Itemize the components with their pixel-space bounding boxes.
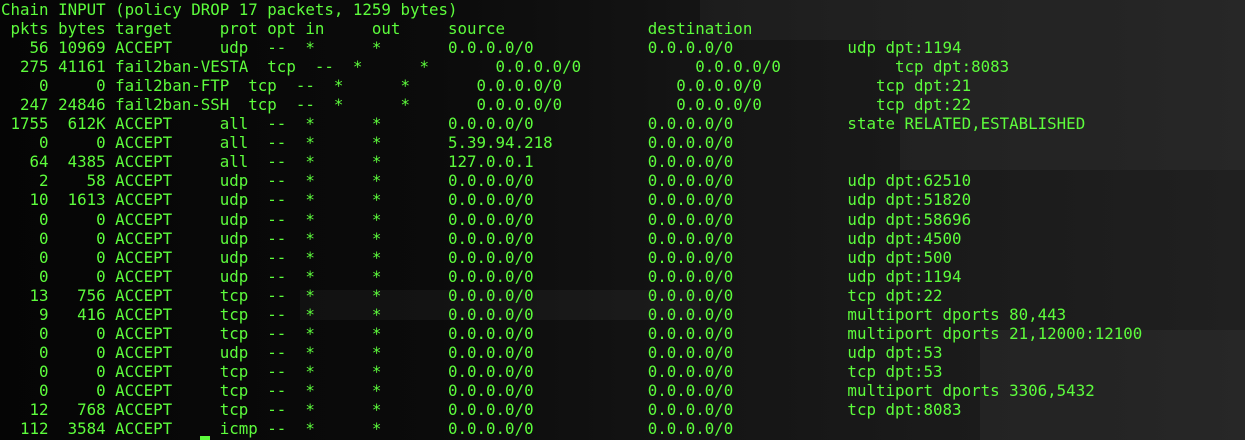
rule-line: 0 0 ACCEPT tcp -- * * 0.0.0.0/0 0.0.0.0/… — [1, 323, 1143, 343]
rule-line: 9 416 ACCEPT tcp -- * * 0.0.0.0/0 0.0.0.… — [1, 304, 1067, 324]
rule-line: 64 4385 ACCEPT all -- * * 127.0.0.1 0.0.… — [1, 152, 734, 172]
rule-line: 13 756 ACCEPT tcp -- * * 0.0.0.0/0 0.0.0… — [1, 285, 943, 305]
column-header-line: pkts bytes target prot opt in out source… — [1, 19, 753, 39]
rule-line: 0 0 fail2ban-FTP tcp -- * * 0.0.0.0/0 0.… — [1, 76, 972, 96]
rule-line: 56 10969 ACCEPT udp -- * * 0.0.0.0/0 0.0… — [1, 38, 962, 58]
rule-line: 0 0 ACCEPT all -- * * 5.39.94.218 0.0.0.… — [1, 133, 734, 153]
terminal-cursor — [200, 436, 210, 440]
rule-line: 0 0 ACCEPT udp -- * * 0.0.0.0/0 0.0.0.0/… — [1, 342, 943, 362]
rule-line: 0 0 ACCEPT udp -- * * 0.0.0.0/0 0.0.0.0/… — [1, 209, 972, 229]
rule-line: 10 1613 ACCEPT udp -- * * 0.0.0.0/0 0.0.… — [1, 190, 972, 210]
rule-line: 247 24846 fail2ban-SSH tcp -- * * 0.0.0.… — [1, 95, 972, 115]
rule-line: 0 0 ACCEPT udp -- * * 0.0.0.0/0 0.0.0.0/… — [1, 228, 962, 248]
rule-line: 0 0 ACCEPT udp -- * * 0.0.0.0/0 0.0.0.0/… — [1, 247, 953, 267]
rule-line: 1755 612K ACCEPT all -- * * 0.0.0.0/0 0.… — [1, 114, 1086, 134]
rule-line: 275 41161 fail2ban-VESTA tcp -- * * 0.0.… — [1, 57, 1010, 77]
rule-line: 0 0 ACCEPT tcp -- * * 0.0.0.0/0 0.0.0.0/… — [1, 361, 943, 381]
chain-header-line: Chain INPUT (policy DROP 17 packets, 125… — [1, 0, 458, 19]
rule-line: 112 3584 ACCEPT icmp -- * * 0.0.0.0/0 0.… — [1, 419, 734, 439]
rule-line: 0 0 ACCEPT tcp -- * * 0.0.0.0/0 0.0.0.0/… — [1, 380, 1095, 400]
rule-line: 12 768 ACCEPT tcp -- * * 0.0.0.0/0 0.0.0… — [1, 399, 962, 419]
terminal-window[interactable]: Chain INPUT (policy DROP 17 packets, 125… — [0, 0, 1245, 440]
rule-line: 2 58 ACCEPT udp -- * * 0.0.0.0/0 0.0.0.0… — [1, 171, 972, 191]
terminal-output: Chain INPUT (policy DROP 17 packets, 125… — [0, 0, 1245, 440]
rule-line: 0 0 ACCEPT udp -- * * 0.0.0.0/0 0.0.0.0/… — [1, 266, 962, 286]
